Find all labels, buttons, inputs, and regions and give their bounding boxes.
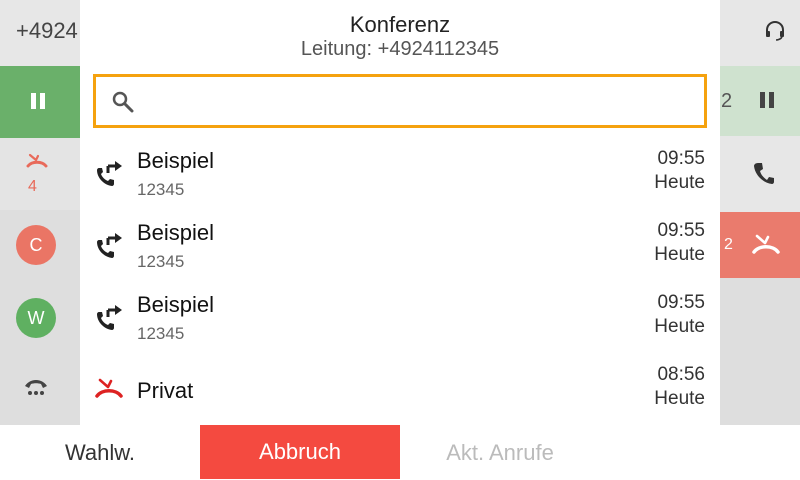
call-time: 08:56: [657, 364, 705, 385]
phone-icon: [754, 163, 774, 184]
contact-number: 12345: [137, 180, 185, 199]
hold-line-number: 2: [721, 90, 733, 112]
dialog-title: Konferenz: [349, 12, 451, 37]
forwarded-call-icon: [97, 233, 122, 258]
missed-calls-right-count: 2: [724, 236, 733, 253]
call-button[interactable]: [720, 136, 800, 212]
contact-name: Privat: [137, 378, 194, 403]
search-input[interactable]: [144, 77, 698, 127]
dialog-subtitle: Leitung: +4924112345: [300, 38, 500, 60]
list-item[interactable]: Privat 08:56 Heute: [80, 356, 720, 425]
list-item[interactable]: Beispiel 12345 09:55 Heute: [80, 212, 720, 284]
call-day: Heute: [654, 172, 705, 193]
call-time: 09:55: [657, 220, 705, 241]
forwarded-call-icon: [97, 161, 122, 186]
contact-name: Beispiel: [137, 220, 215, 245]
call-day: Heute: [654, 316, 705, 337]
contact-number: 12345: [137, 324, 185, 343]
search-icon: [112, 91, 134, 113]
dial-softkey[interactable]: Wahlw.: [0, 425, 200, 480]
avatar[interactable]: W: [16, 298, 56, 338]
list-item[interactable]: Beispiel 12345 09:55 Heute: [80, 140, 720, 212]
headset-button[interactable]: [720, 0, 800, 66]
left-line-number: +4924: [16, 18, 78, 43]
active-calls-softkey[interactable]: Akt. Anrufe: [400, 425, 600, 480]
avatar[interactable]: C: [16, 225, 56, 265]
missed-calls-button[interactable]: [0, 138, 80, 210]
contact-number: 12345: [137, 252, 185, 271]
hold-button-left[interactable]: [0, 66, 80, 138]
call-time: 09:55: [657, 292, 705, 313]
missed-call-icon: [26, 153, 48, 168]
missed-call-icon: [95, 378, 123, 398]
call-day: Heute: [654, 388, 705, 409]
forwarded-call-icon: [97, 305, 122, 330]
conference-phone-icon[interactable]: [23, 376, 49, 398]
call-time: 09:55: [657, 148, 705, 169]
contact-name: Beispiel: [137, 148, 215, 173]
search-box[interactable]: [93, 74, 707, 128]
contact-name: Beispiel: [137, 292, 215, 317]
missed-call-icon: [752, 234, 780, 254]
headset-icon: [766, 20, 784, 41]
pause-icon: [31, 93, 45, 109]
cancel-softkey[interactable]: Abbruch: [200, 425, 400, 479]
list-item[interactable]: Beispiel 12345 09:55 Heute: [80, 284, 720, 356]
missed-calls-count: 4: [28, 178, 37, 195]
pause-icon: [760, 92, 774, 108]
call-day: Heute: [654, 244, 705, 265]
empty-softkey: [600, 425, 800, 480]
